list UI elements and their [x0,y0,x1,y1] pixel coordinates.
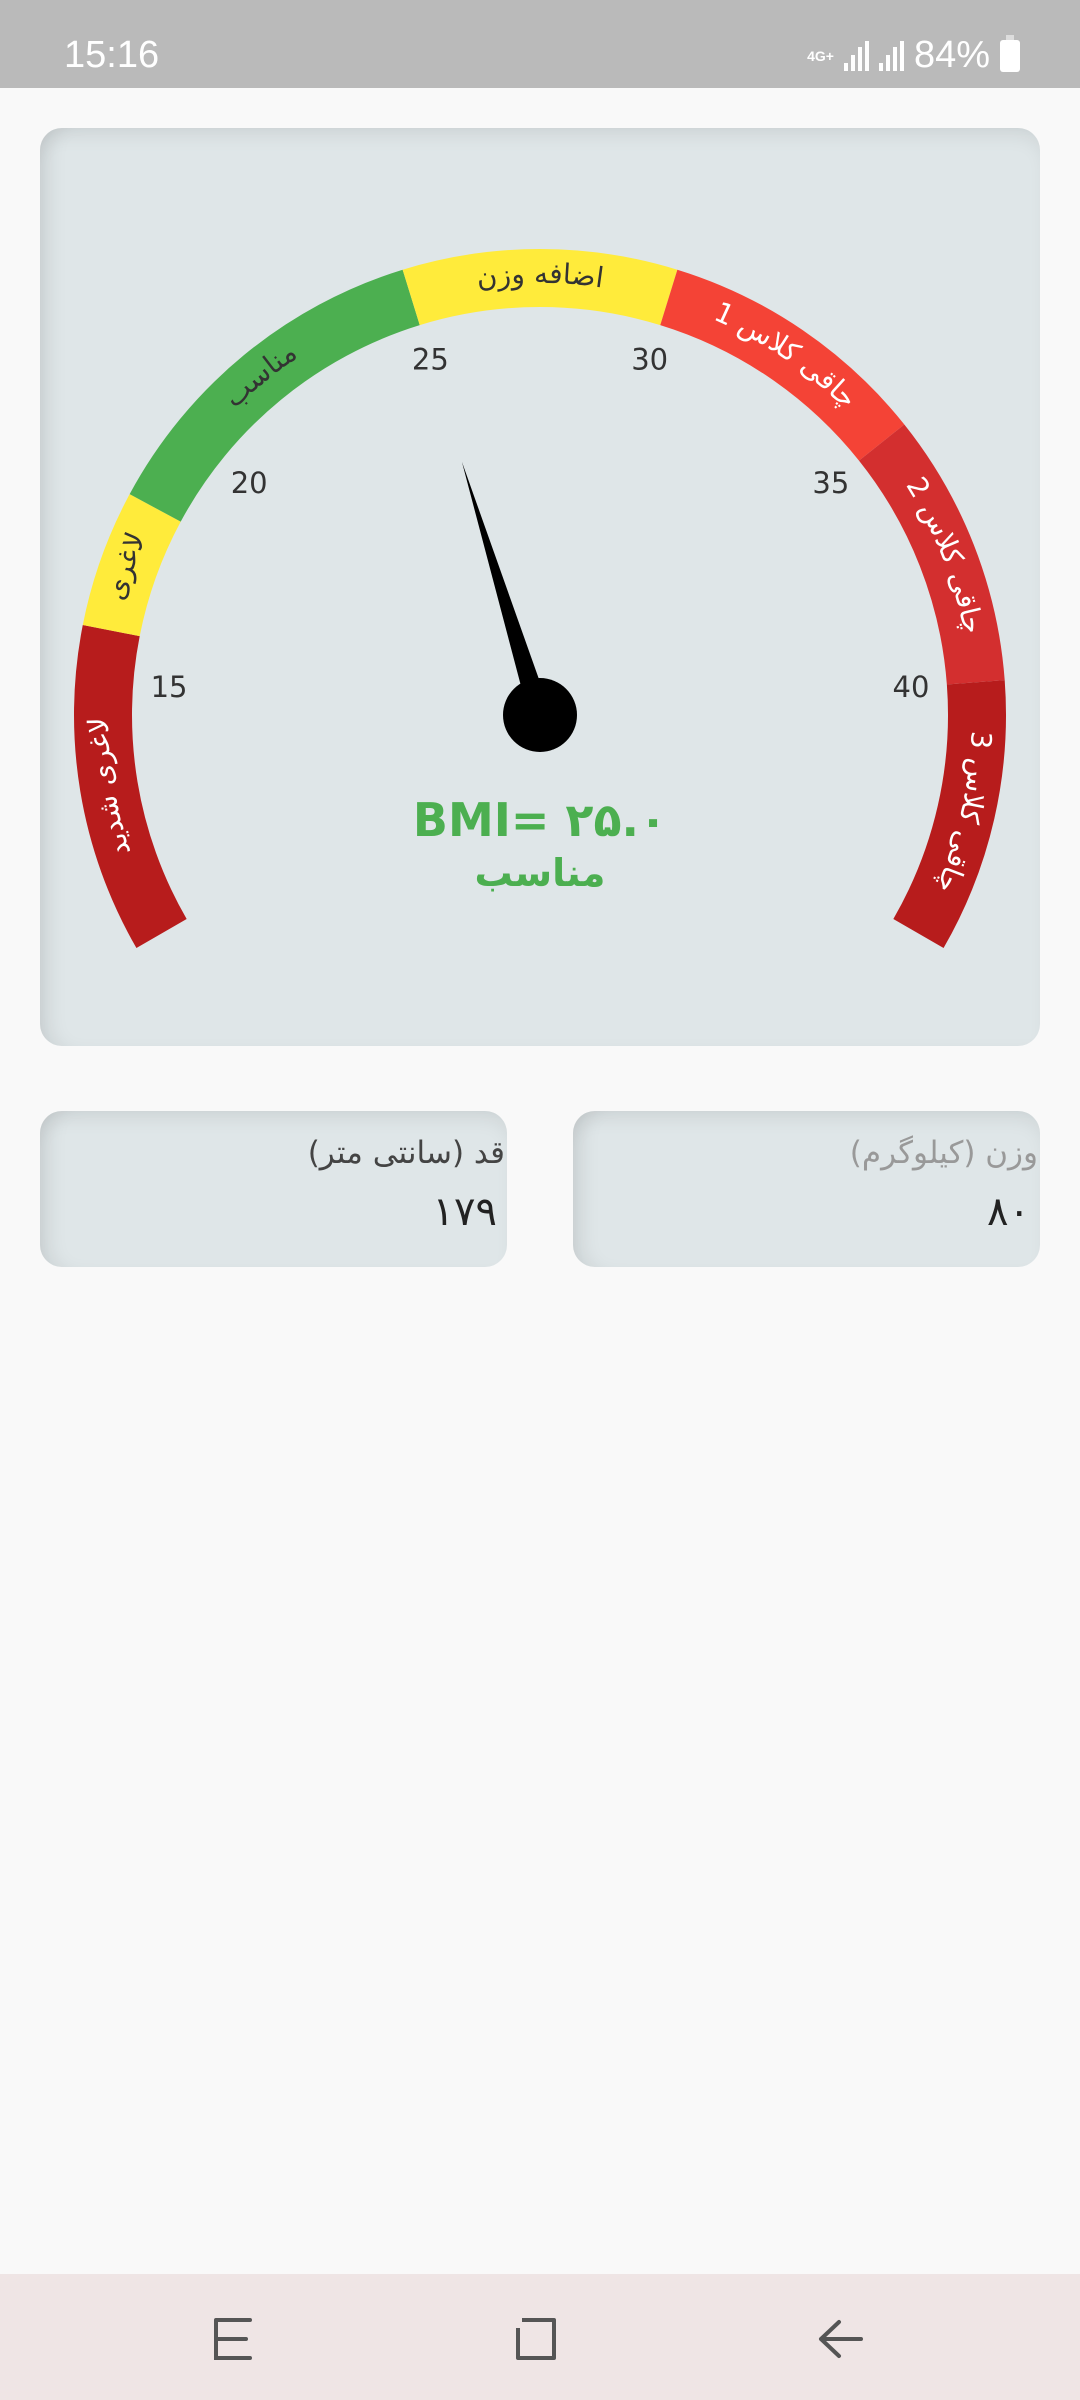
weight-label: وزن (کیلوگرم) [849,1135,1038,1171]
network-type-icon: 4G+ [807,47,834,64]
gauge-tick-label: 15 [151,670,188,704]
clock: 15:16 [64,34,160,76]
signal-icon [843,40,869,71]
gauge-tick-label: 25 [412,343,449,377]
bmi-category: مناسب [475,851,606,895]
battery-percent: 84% [913,34,990,76]
status-bar: 15:16 4G+ 84% [0,0,1080,88]
recent-apps-icon[interactable] [208,2314,258,2364]
height-value[interactable]: ۱۷۹ [433,1189,497,1235]
bmi-gauge-card: لاغری شدید لاغری مناسب اضافه وزن چاقی کلاس 1… [40,128,1040,1046]
gauge-segment [129,269,420,522]
signal-icon [878,40,904,71]
gauge-tick-label: 20 [231,466,268,500]
gauge-segment-label: اضافه وزن [475,257,606,294]
gauge-tick-label: 40 [893,670,930,704]
bmi-value: BMI= ۲۵.۰ [413,793,667,847]
navigation-bar [0,2274,1080,2400]
weight-value[interactable]: ۸۰ [987,1189,1030,1235]
gauge-tick-label: 35 [812,466,849,500]
gauge-tick-label: 30 [631,343,668,377]
back-icon[interactable] [815,2314,865,2364]
gauge-segment [858,424,1005,685]
home-icon[interactable] [512,2314,562,2364]
height-label: قد (سانتی متر) [307,1135,505,1171]
weight-field[interactable]: وزن (کیلوگرم) ۸۰ [573,1111,1040,1267]
gauge-segment [893,680,1006,948]
height-field[interactable]: قد (سانتی متر) ۱۷۹ [40,1111,507,1267]
bmi-gauge: لاغری شدیدلاغریمناسباضافه وزنچاقی کلاس 1… [73,249,1006,948]
battery-icon [1000,34,1020,72]
gauge-needle-hub [503,678,577,752]
